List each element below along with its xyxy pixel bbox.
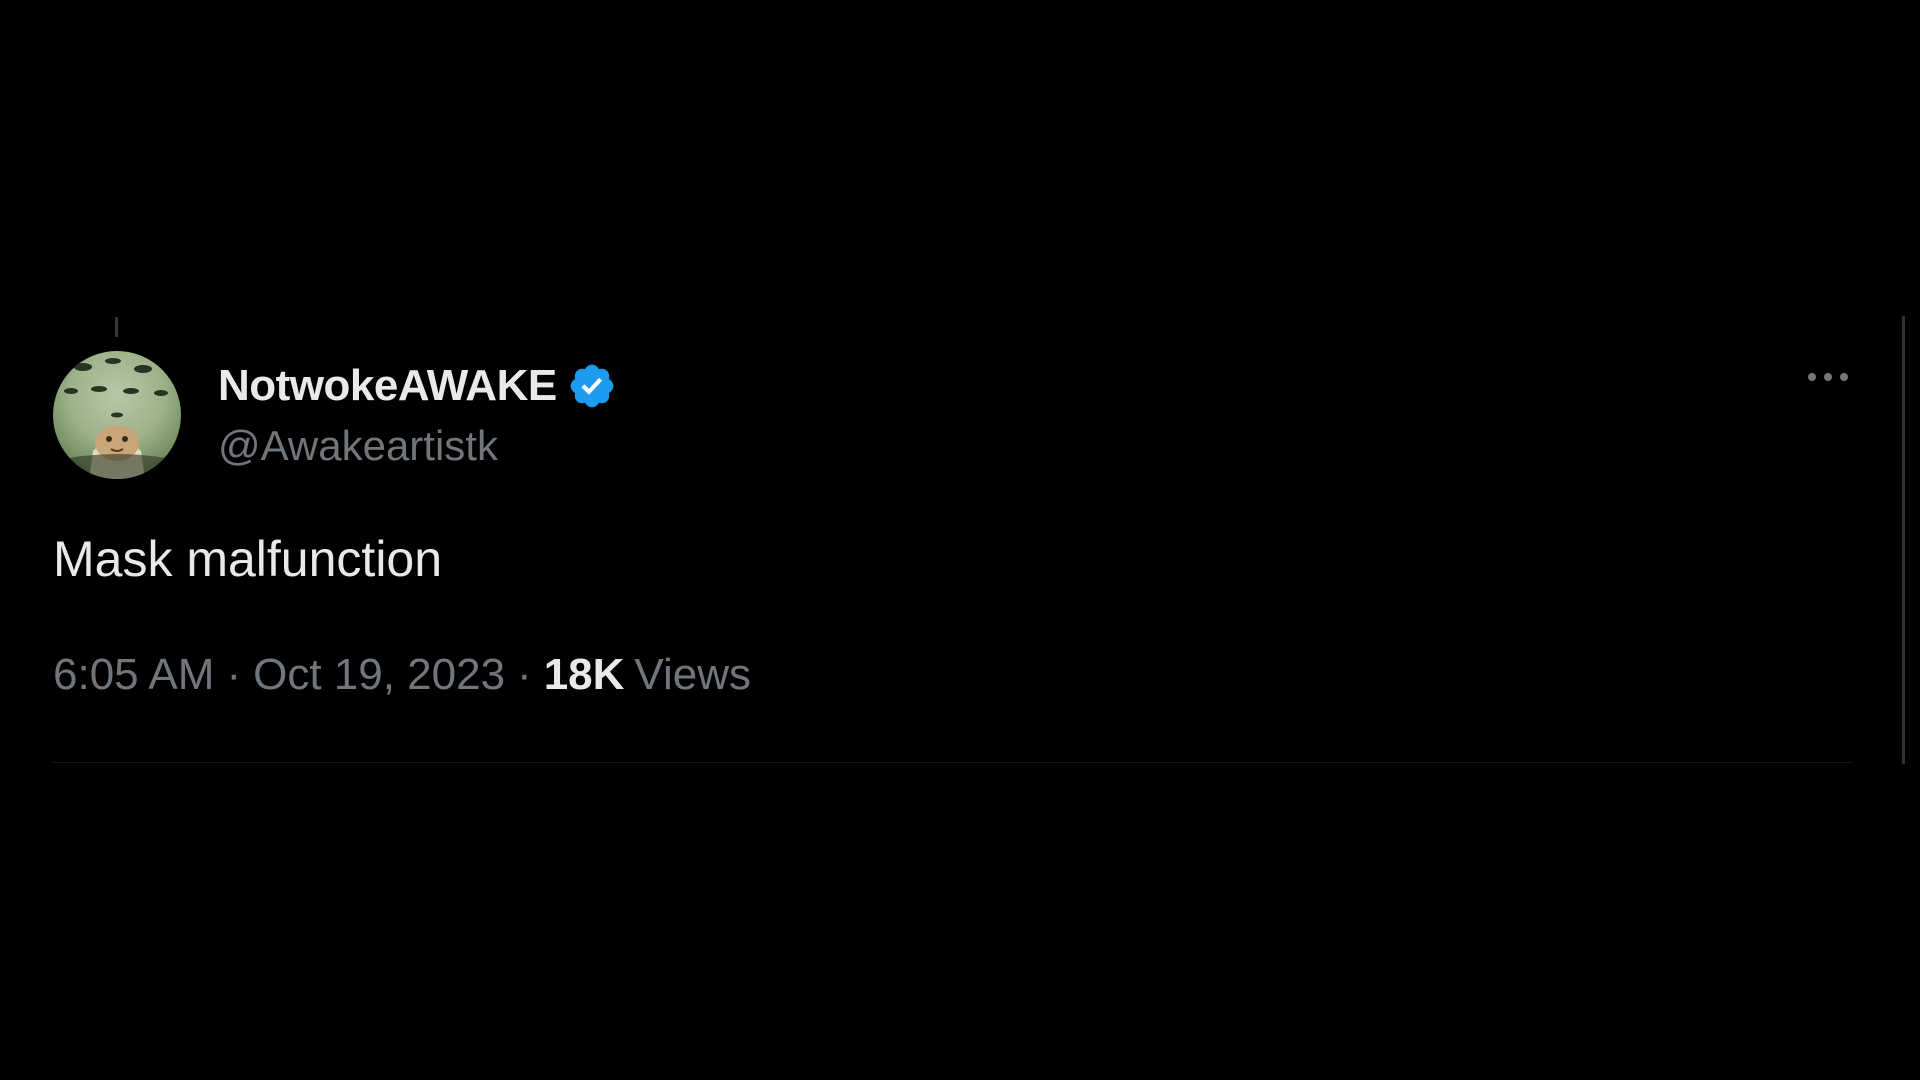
display-name[interactable]: NotwokeAWAKE [218,361,557,411]
verified-badge-icon [567,361,617,411]
avatar-image [53,358,181,479]
tweet-text: Mask malfunction [53,531,443,587]
author-name-row[interactable]: NotwokeAWAKE [218,358,617,414]
tweet-card[interactable]: NotwokeAWAKE @Awakeartistk Mask malfunct… [53,340,1853,763]
separator-dot: · [517,650,532,699]
right-border [1902,316,1905,764]
separator-dot: · [226,650,242,699]
avatar[interactable] [53,351,181,479]
more-horizontal-icon-dot [1840,373,1848,381]
tweet-metadata: 6:05 AM · Oct 19, 2023 · 18K Views [53,650,751,700]
more-options-button[interactable] [1793,362,1863,392]
user-handle[interactable]: @Awakeartistk [218,422,498,470]
tweet-date[interactable]: Oct 19, 2023 [253,650,505,700]
views-label[interactable]: Views [624,650,751,700]
tweet-time[interactable]: 6:05 AM [53,650,214,700]
tweet-divider [53,762,1853,763]
views-count[interactable]: 18K [544,650,625,700]
thread-connector-line [115,317,118,337]
tweet-screen: NotwokeAWAKE @Awakeartistk Mask malfunct… [0,0,1920,1080]
more-horizontal-icon-dot [1824,373,1832,381]
more-horizontal-icon-dot [1808,373,1816,381]
